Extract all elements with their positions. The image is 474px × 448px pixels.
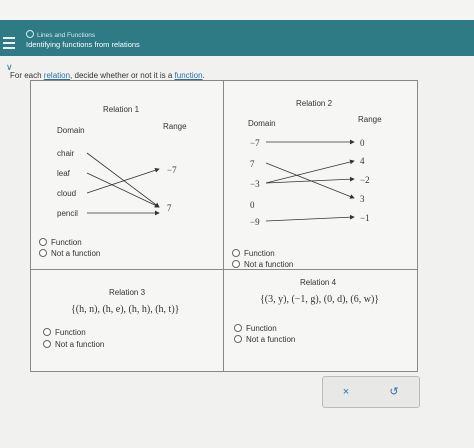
radio-icon[interactable] <box>43 328 51 336</box>
relation-1-cell: Relation 1 Domain Range chair leaf cloud… <box>31 81 223 269</box>
instruction-prefix: For each <box>10 71 44 80</box>
radio-icon[interactable] <box>232 249 240 257</box>
option-label: Function <box>244 249 275 258</box>
relation-2-not-function-option[interactable]: Not a function <box>232 260 293 269</box>
radio-icon[interactable] <box>234 335 242 343</box>
option-label: Not a function <box>246 335 296 344</box>
relation-3-set: {(h, n), (h, e), (h, h), (h, t)} <box>71 304 180 315</box>
relation-link[interactable]: relation <box>44 71 70 80</box>
relation-4-function-option[interactable]: Function <box>234 324 277 333</box>
function-link[interactable]: function <box>175 71 203 80</box>
arrow-line <box>265 162 355 199</box>
arrow-line <box>86 167 160 194</box>
option-label: Function <box>51 238 82 247</box>
relation-2-cell: Relation 2 Domain Range −7 7 −3 0 −9 0 4… <box>224 81 417 269</box>
header-bar: Lines and Functions Identifying function… <box>0 20 474 56</box>
relation-1-not-function-option[interactable]: Not a function <box>39 249 100 258</box>
radio-icon[interactable] <box>43 340 51 348</box>
option-label: Function <box>246 324 277 333</box>
relation-4-not-function-option[interactable]: Not a function <box>234 335 295 344</box>
relation-4-cell: Relation 4 {(3, y), (−1, g), (0, d), (6,… <box>224 270 417 371</box>
content-area: ∨ For each relation, decide whether or n… <box>0 56 474 448</box>
relation-3-title: Relation 3 <box>109 288 146 297</box>
instruction-text: For each relation, decide whether or not… <box>10 71 205 80</box>
radio-icon[interactable] <box>234 324 242 332</box>
relation-4-title: Relation 4 <box>300 278 337 287</box>
action-buttons: × ↺ <box>322 376 420 408</box>
clear-button[interactable]: × <box>325 381 367 403</box>
relation-2-function-option[interactable]: Function <box>232 249 275 258</box>
breadcrumb-text: Lines and Functions <box>37 32 96 39</box>
radio-icon[interactable] <box>232 260 240 268</box>
menu-icon[interactable] <box>3 37 15 52</box>
topic-circle-icon <box>26 30 34 38</box>
relation-4-set: {(3, y), (−1, g), (0, d), (6, w)} <box>260 294 380 305</box>
page-title: Identifying functions from relations <box>26 40 140 49</box>
undo-button[interactable]: ↺ <box>373 381 415 403</box>
radio-icon[interactable] <box>39 249 47 257</box>
option-label: Function <box>55 328 86 337</box>
option-label: Not a function <box>51 249 101 258</box>
relation-1-function-option[interactable]: Function <box>39 238 82 247</box>
radio-icon[interactable] <box>39 238 47 246</box>
arrow-line <box>86 172 160 208</box>
relations-grid: Relation 1 Domain Range chair leaf cloud… <box>30 80 418 372</box>
relation-3-cell: Relation 3 {(h, n), (h, e), (h, h), (h, … <box>31 270 223 371</box>
relation-3-function-option[interactable]: Function <box>43 328 86 337</box>
instruction-suffix: . <box>202 71 205 80</box>
arrow-line <box>265 214 355 222</box>
top-bar <box>0 0 474 20</box>
instruction-middle: , decide whether or not it is a <box>70 71 175 80</box>
arrow-line <box>86 152 160 208</box>
option-label: Not a function <box>55 340 105 349</box>
relation-2-mapping-arrows <box>265 139 355 222</box>
option-label: Not a function <box>244 260 294 269</box>
relation-3-not-function-option[interactable]: Not a function <box>43 340 104 349</box>
breadcrumb: Lines and Functions <box>26 30 95 39</box>
